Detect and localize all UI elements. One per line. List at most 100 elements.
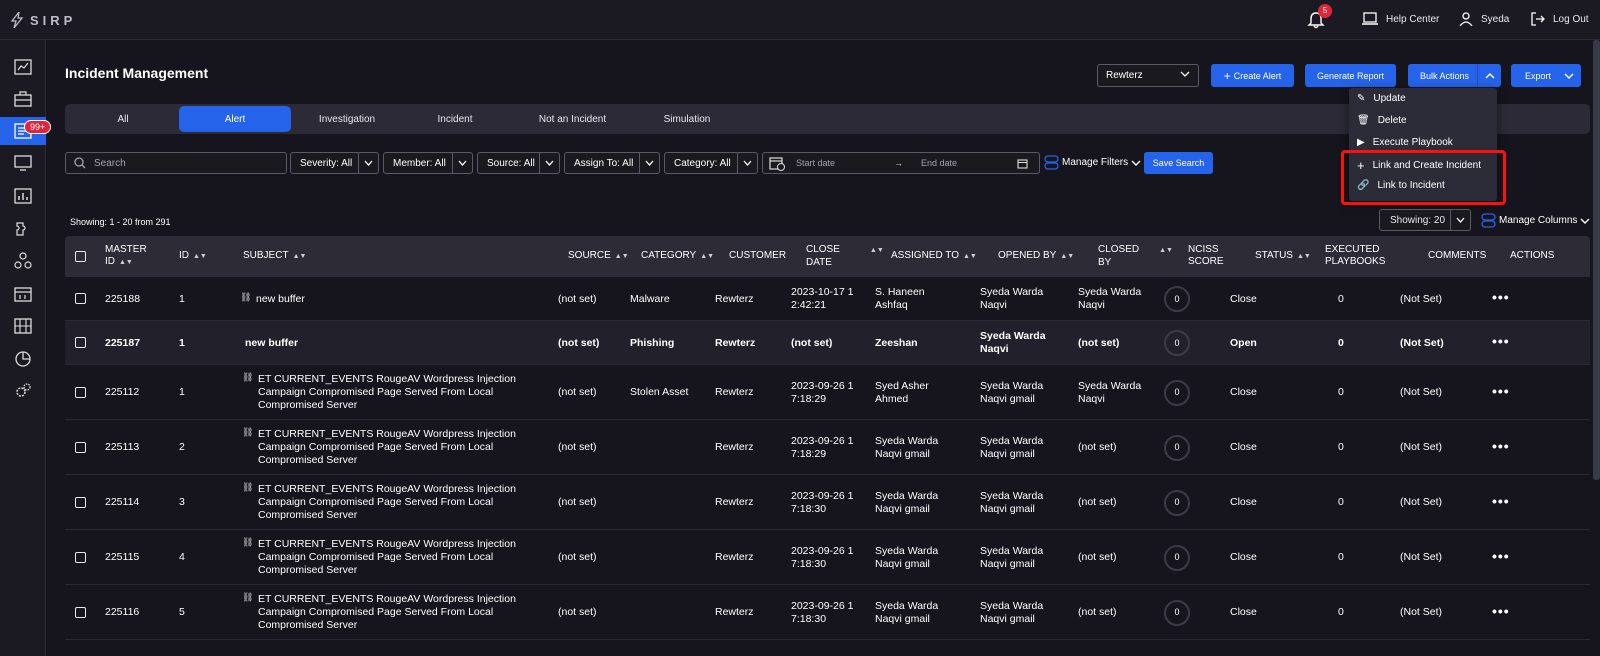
nav-settings-icon[interactable] [12,380,34,402]
cell-master-id: 225187 [105,336,141,349]
col-id[interactable]: ID ▲▼ [179,250,207,263]
start-date-input[interactable]: Start date [796,158,835,168]
table-row[interactable]: ⛓ ET CURRENT_EVENTS RougeAV Wordpress Inj… [65,420,1590,475]
customer-select[interactable]: Rewterz [1097,64,1199,87]
col-label: ACTIONS [1510,250,1555,261]
cell-subject[interactable]: ⛓ ET CURRENT_EVENTS RougeAV Wordpress Inj… [242,482,516,522]
more-actions-icon[interactable]: ••• [1492,493,1510,509]
table-row[interactable]: ⛓ ET CURRENT_EVENTS RougeAV Wordpress Inj… [65,530,1590,585]
col-label: OPENED BY [998,250,1057,261]
table-row[interactable]: ⛓ new buffer 225188 1 (not set) Malware Rewter… [65,277,1590,321]
nav-integrations-icon[interactable] [12,218,34,240]
logout-icon [1531,12,1545,26]
source-filter[interactable]: Source: All [477,152,560,174]
col-source[interactable]: SOURCE ▲▼ [568,250,629,263]
menu-item-execute-playbook[interactable]: ▶ Execute Playbook [1357,137,1453,148]
page-size-select[interactable]: Showing: 20 [1379,209,1471,231]
more-actions-icon[interactable]: ••• [1492,333,1510,349]
col-close-date[interactable]: CLOSE ▲▼ DATE [806,244,884,269]
app-logo[interactable]: SIRP [10,12,76,28]
col-status[interactable]: STATUS ▲▼ [1255,250,1311,263]
more-actions-icon[interactable]: ••• [1492,603,1510,619]
row-checkbox[interactable] [75,551,86,563]
more-actions-icon[interactable]: ••• [1492,548,1510,564]
category-filter[interactable]: Category: All [664,152,758,174]
cell-playbooks: 0 [1338,386,1344,398]
generate-report-button[interactable]: Generate Report [1305,64,1396,87]
end-date-input[interactable]: End date [921,158,957,168]
table-row[interactable]: ⛓ ET CURRENT_EVENTS RougeAV Wordpress Inj… [65,365,1590,420]
cell-line: 7:18:30 [791,502,827,515]
tab-investigation[interactable]: Investigation [292,106,402,132]
cell-subject[interactable]: ⛓ ET CURRENT_EVENTS RougeAV Wordpress Inj… [242,592,516,632]
date-range-picker[interactable]: Start date → End date [762,152,1040,174]
help-center-label: Help Center [1386,13,1440,25]
chevron-down-icon [1557,64,1581,87]
tab-all[interactable]: All [68,106,178,132]
row-checkbox[interactable] [75,496,86,508]
menu-item-delete[interactable]: 🗑 Delete [1357,115,1407,126]
nav-calendar-icon[interactable] [12,283,34,305]
tab-not-an-incident[interactable]: Not an Incident [510,106,635,132]
bulk-actions-button[interactable]: Bulk Actions [1408,64,1501,87]
user-name: Syeda [1481,13,1510,25]
select-all-checkbox[interactable] [75,251,86,262]
more-actions-icon[interactable]: ••• [1492,438,1510,454]
row-checkbox[interactable] [75,337,86,348]
subject-line: ET CURRENT_EVENTS RougeAV Wordpress Inje… [258,593,516,605]
user-menu[interactable]: Syeda [1459,12,1509,26]
nav-analytics-icon[interactable] [12,348,34,370]
nav-reports-icon[interactable] [12,185,34,207]
col-master-id[interactable]: MASTER ID ▲▼ [105,244,147,269]
cell-subject[interactable]: ⛓ ET CURRENT_EVENTS RougeAV Wordpress Inj… [242,537,516,577]
save-search-button[interactable]: Save Search [1144,152,1213,174]
logout-link[interactable]: Log Out [1531,12,1589,26]
severity-filter[interactable]: Severity: All [290,152,379,174]
manage-columns-button[interactable]: Manage Columns [1481,213,1590,228]
row-checkbox[interactable] [75,386,86,398]
nav-dashboard-icon[interactable] [12,56,34,78]
cell-line: Naqvi gmail [875,447,930,460]
row-checkbox[interactable] [75,441,86,453]
cell-line: Naqvi gmail [980,392,1035,405]
row-checkbox[interactable] [75,606,86,618]
tab-simulation[interactable]: Simulation [632,106,742,132]
more-actions-icon[interactable]: ••• [1492,289,1510,305]
search-input[interactable]: Search [65,152,287,174]
row-checkbox[interactable] [75,293,86,304]
nav-monitor-alert-icon[interactable] [12,152,34,174]
col-executed-playbooks: EXECUTED PLAYBOOKS [1325,244,1385,268]
cell-playbooks: 0 [1338,292,1344,305]
cell-subject[interactable]: ⛓ ET CURRENT_EVENTS RougeAV Wordpress Inj… [242,372,516,412]
customer-select-value: Rewterz [1106,70,1143,81]
col-opened-by[interactable]: OPENED BY ▲▼ [998,250,1074,263]
nav-briefcase-icon[interactable] [12,88,34,110]
cell-line: Naqvi gmail [875,612,930,625]
col-category[interactable]: CATEGORY ▲▼ [641,250,714,263]
create-alert-button[interactable]: + Create Alert [1211,64,1294,87]
nav-network-icon[interactable] [12,250,34,272]
table-row[interactable]: ⛓ ET CURRENT_EVENTS RougeAV Wordpress Inj… [65,585,1590,640]
manage-filters-button[interactable]: Manage Filters [1044,155,1141,170]
cell-line: Syeda Warda [980,544,1044,557]
col-closed-by[interactable]: CLOSED ▲▼ BY [1098,244,1173,269]
col-assigned-to[interactable]: ASSIGNED TO ▲▼ [891,250,977,263]
menu-item-update[interactable]: ✎ Update [1357,93,1406,104]
cell-subject[interactable]: ⛓ new buffer [240,292,305,306]
tab-incident[interactable]: Incident [400,106,510,132]
export-button[interactable]: Export [1511,64,1581,87]
table-row[interactable]: new buffer 225187 1 (not set) Phishing Rewter… [65,321,1590,365]
assign-to-filter[interactable]: Assign To: All [564,152,660,174]
side-nav: 99+ [0,40,52,656]
help-center-link[interactable]: Help Center [1362,12,1439,26]
cell-close-date: 2023-10-17 1 2:42:21 [791,286,853,312]
col-subject[interactable]: SUBJECT ▲▼ [243,250,306,263]
table-row[interactable]: ⛓ ET CURRENT_EVENTS RougeAV Wordpress Inj… [65,475,1590,530]
vertical-scrollbar[interactable] [1593,40,1600,480]
nav-assets-icon[interactable] [12,315,34,337]
tab-alert[interactable]: Alert [179,106,291,132]
cell-subject[interactable]: new buffer [240,337,298,350]
cell-subject[interactable]: ⛓ ET CURRENT_EVENTS RougeAV Wordpress Inj… [242,427,516,467]
member-filter[interactable]: Member: All [383,152,473,174]
more-actions-icon[interactable]: ••• [1492,383,1510,399]
